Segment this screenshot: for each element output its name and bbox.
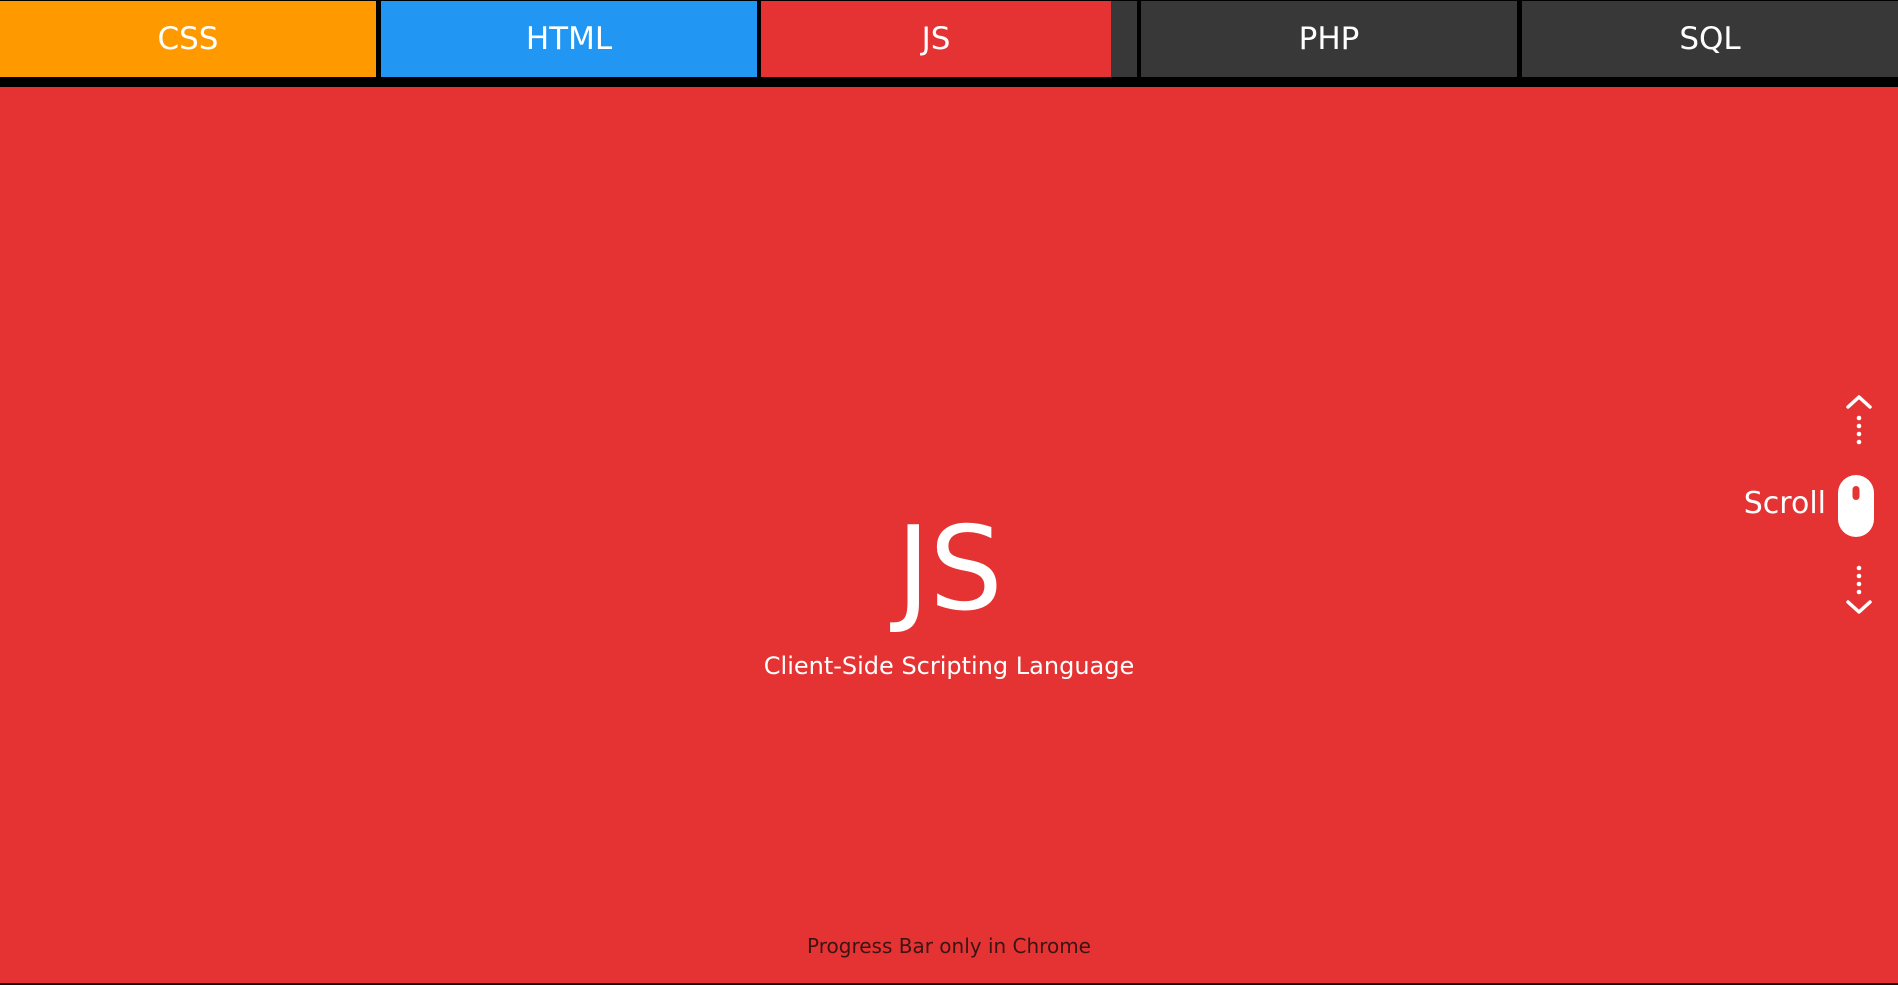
- page-title: JS: [896, 502, 1003, 637]
- tab-sql[interactable]: SQL: [1522, 1, 1898, 77]
- tab-divider: [376, 1, 380, 77]
- scroll-hint[interactable]: Scroll: [1720, 384, 1890, 624]
- mouse-icon: [1838, 475, 1874, 537]
- nav-bottom-border: [0, 77, 1898, 87]
- tab-php[interactable]: PHP: [1141, 1, 1517, 77]
- chevron-up-icon[interactable]: [1844, 392, 1874, 452]
- tab-divider: [1517, 1, 1521, 77]
- top-nav: CSS HTML JS PHP SQL: [0, 0, 1898, 78]
- page: CSS HTML JS PHP SQL JS Client-Side Scrip…: [0, 0, 1898, 985]
- tab-css[interactable]: CSS: [0, 1, 376, 77]
- tab-html[interactable]: HTML: [381, 1, 757, 77]
- page-subtitle: Client-Side Scripting Language: [763, 652, 1135, 680]
- scroll-label: Scroll: [1743, 486, 1826, 521]
- footer-note: Progress Bar only in Chrome: [807, 934, 1091, 958]
- tab-js[interactable]: JS: [761, 1, 1111, 77]
- chevron-down-icon[interactable]: [1844, 560, 1874, 620]
